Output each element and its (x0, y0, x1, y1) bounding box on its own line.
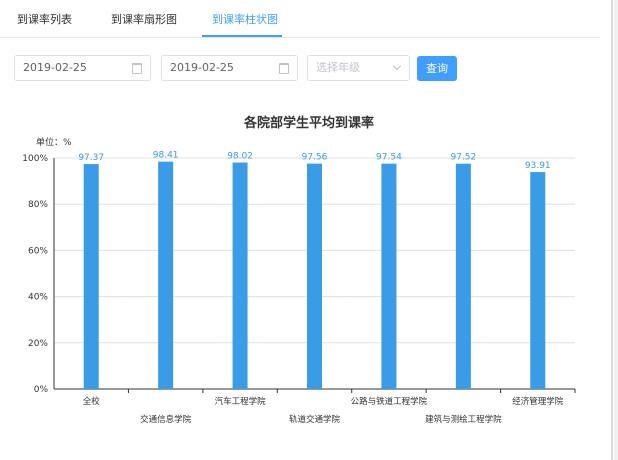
bar (232, 162, 248, 389)
y-tick-label: 80% (28, 200, 48, 210)
x-category-label: 全校 (83, 396, 101, 407)
y-tick-label: 40% (28, 293, 48, 303)
bar-value-label: 98.02 (227, 152, 253, 162)
bar-value-label: 97.37 (78, 153, 104, 163)
x-category-label: 交通信息学院 (140, 414, 192, 425)
bar-value-label: 97.54 (376, 153, 402, 163)
bar (307, 163, 322, 389)
x-category-label: 汽车工程学院 (215, 396, 267, 407)
bar-chart: 0% 20% 40% 60% 80% 100% 97.37 全校 98.41 交通信息学院 98.0… (22, 151, 576, 425)
bar-value-label: 98.41 (153, 151, 179, 161)
x-category-label: 建筑与测绘工程学院 (425, 414, 502, 425)
x-category-label: 轨道交通学院 (289, 414, 341, 425)
y-tick-label: 60% (28, 246, 48, 256)
y-tick-label: 100% (22, 154, 48, 164)
x-category-label: 经济管理学院 (512, 396, 564, 407)
bar (381, 163, 397, 389)
bar-value-label: 97.52 (450, 153, 476, 163)
y-tick-label: 0% (34, 385, 49, 395)
y-tick-label: 20% (28, 339, 48, 349)
bar (455, 163, 471, 389)
x-category-label: 公路与铁道工程学院 (351, 396, 428, 407)
bar-value-label: 93.91 (525, 161, 551, 171)
bar (83, 164, 99, 389)
bar-value-label: 97.56 (302, 153, 328, 163)
bar (158, 161, 174, 389)
bar (530, 172, 546, 389)
